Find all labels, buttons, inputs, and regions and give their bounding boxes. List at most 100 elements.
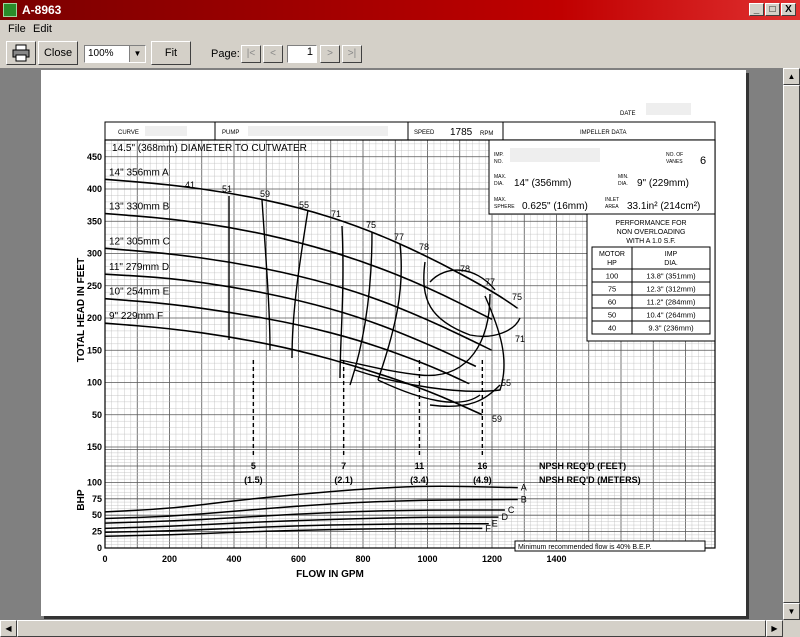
vanes-value: 6 [700,155,706,167]
inlet-area-value: 33.1in² (214cm²) [627,201,700,212]
head-curve-label: 13" 330mm B [109,202,170,213]
scroll-down-button[interactable]: ▼ [783,603,800,620]
pump-label: PUMP [222,130,239,136]
horizontal-scrollbar[interactable]: ◀ ▶ [0,620,783,637]
y-axis-title-head: TOTAL HEAD IN FEET [76,258,87,362]
min-dia-label-1: MIN. [618,174,629,180]
max-dia-value: 14" (356mm) [514,178,571,189]
perf-header-imp: IMP [665,251,678,258]
page-label: Page: [211,48,240,60]
cutwater-label: 14.5" (368mm) DIAMETER TO CUTWATER [112,143,307,154]
efficiency-label: 71 [331,209,341,219]
title-bar: A-8963 _ □ X [0,0,800,20]
app-icon [3,3,17,17]
vertical-scroll-thumb[interactable] [783,85,800,603]
date-redacted [646,103,691,115]
zoom-select[interactable]: 100% ▼ [84,45,146,63]
x-axis-title: FLOW IN GPM [296,569,364,580]
menu-file[interactable]: File [8,23,26,35]
imp-no-redacted [510,148,600,162]
efficiency-label: 51 [222,184,232,194]
speed-value: 1785 [450,127,473,138]
bhp-tick-label: 100 [87,477,102,487]
bhp-curve-label: D [501,512,508,522]
last-page-button[interactable]: >| [342,45,362,63]
imp-no-label-1: IMP. [494,152,504,158]
x-tick-label: 1000 [417,554,437,564]
document-page: DATE CURVE PUMP SPEED 1785 RPM IMPELLER … [41,70,746,616]
npsh-meters-value: (3.4) [410,475,429,485]
y-tick-label: 50 [92,410,102,420]
vertical-scrollbar[interactable]: ▲ ▼ [783,68,800,620]
efficiency-label: 77 [394,232,404,242]
efficiency-label: 41 [185,180,195,190]
bhp-tick-label: 50 [92,510,102,520]
prev-page-button[interactable]: < [263,45,283,63]
head-curve-label: 12" 305mm C [109,236,170,247]
inlet-area-label-1: INLET [605,197,619,203]
vanes-label-2: VANES [666,159,683,165]
perf-cell-hp: 75 [608,285,616,294]
efficiency-curve [291,209,309,359]
head-curve-label: 14" 356mm A [109,167,169,178]
chevron-down-icon[interactable]: ▼ [129,46,145,62]
bhp-tick-label: 0 [97,543,102,553]
npsh-meters-value: (2.1) [334,475,353,485]
y-tick-label: 250 [87,281,102,291]
bhp-curve-d [104,516,499,530]
impeller-data-label: IMPELLER DATA [580,130,626,136]
speed-label: SPEED [414,130,435,136]
efficiency-curve [339,225,344,379]
npsh-feet-value: 5 [251,461,256,471]
curve-label: CURVE [118,130,139,136]
perf-header-hp: HP [607,260,617,267]
scroll-left-button[interactable]: ◀ [0,620,17,637]
curve-redacted [145,126,187,136]
y-axis-title-bhp: BHP [76,489,87,510]
perf-header-dia: DIA. [664,260,678,267]
horizontal-scroll-thumb[interactable] [17,620,766,637]
minimize-button[interactable]: _ [749,3,764,16]
scroll-up-button[interactable]: ▲ [783,68,800,85]
bhp-curve-label: B [521,494,527,504]
pump-curve-sheet: DATE CURVE PUMP SPEED 1785 RPM IMPELLER … [76,103,716,580]
perf-cell-hp: 60 [608,298,616,307]
min-dia-label-2: DIA. [618,181,628,187]
y-tick-label: 200 [87,313,102,323]
close-button[interactable]: Close [38,41,78,65]
head-curve-f [104,322,483,416]
perf-title-2: NON OVERLOADING [617,229,686,236]
x-tick-label: 400 [226,554,241,564]
efficiency-label: 78 [419,242,429,252]
page-number-input[interactable]: 1 [287,45,317,63]
efficiency-label: 75 [512,292,522,302]
fit-button[interactable]: Fit [151,41,191,65]
head-curve-label: 9" 229mm F [109,311,163,322]
menu-bar: File Edit [0,20,800,38]
next-page-button[interactable]: > [320,45,340,63]
first-page-button[interactable]: |< [241,45,261,63]
bhp-tick-label: 150 [87,442,102,452]
print-button[interactable] [6,41,36,65]
perf-header-motor: MOTOR [599,251,625,258]
min-dia-value: 9" (229mm) [637,178,689,189]
maximize-button[interactable]: □ [765,3,780,16]
efficiency-label: 59 [260,189,270,199]
menu-edit[interactable]: Edit [33,23,52,35]
max-dia-label-2: DIA. [494,181,504,187]
perf-cell-hp: 50 [608,311,616,320]
efficiency-label: 77 [485,277,495,287]
close-window-button[interactable]: X [781,3,796,16]
vanes-label-1: NO. OF [666,152,683,158]
perf-cell-hp: 100 [606,272,619,281]
scroll-right-button[interactable]: ▶ [766,620,783,637]
efficiency-label: 55 [501,378,511,388]
x-tick-label: 1400 [546,554,566,564]
perf-cell-dia: 10.4" (264mm) [646,311,696,320]
x-tick-label: 800 [355,554,370,564]
pump-redacted [248,126,388,136]
efficiency-curve [349,231,373,386]
y-tick-label: 350 [87,216,102,226]
min-flow-note: Minimum recommended flow is 40% B.E.P. [518,544,651,551]
npsh-feet-label: NPSH REQ'D (FEET) [539,461,626,471]
